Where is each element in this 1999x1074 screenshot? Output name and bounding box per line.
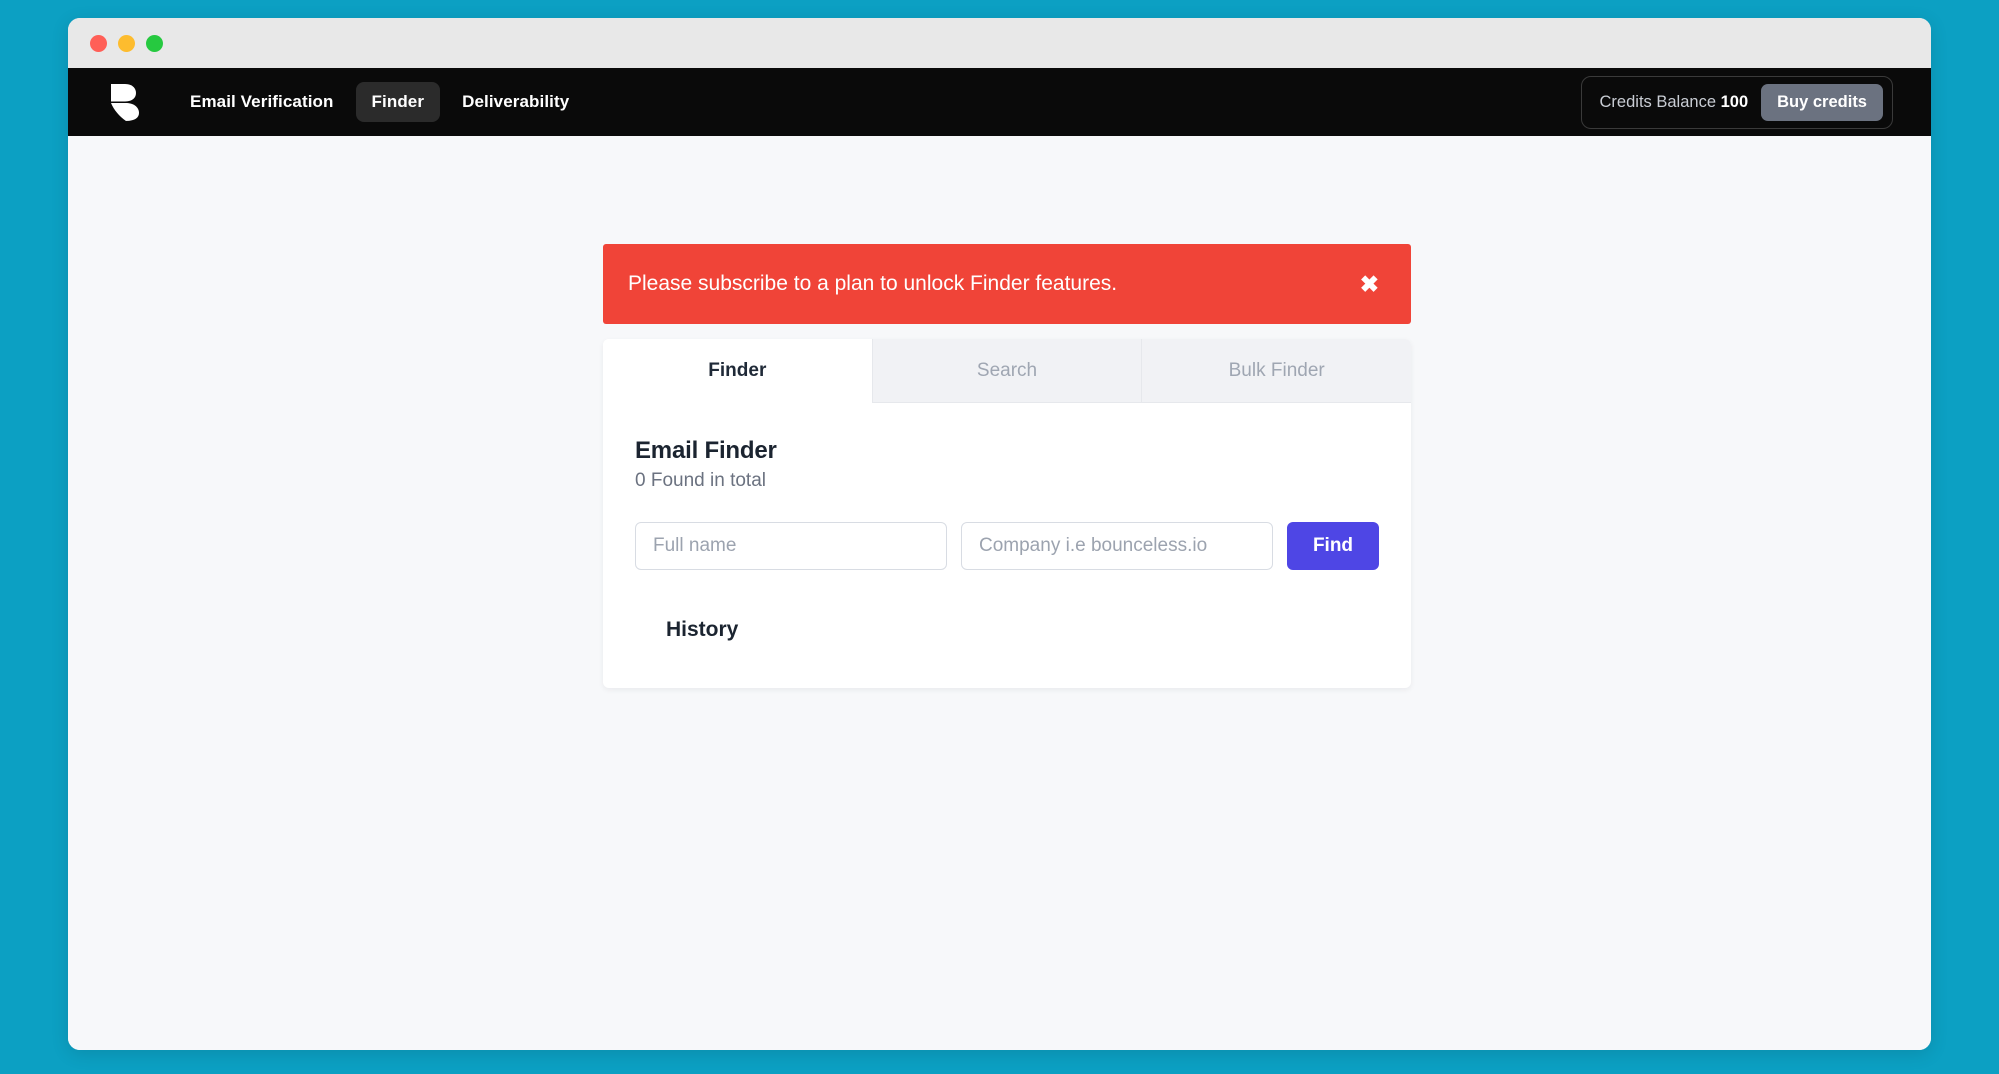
close-icon[interactable]: ✖ bbox=[1354, 269, 1385, 300]
nav-link-finder[interactable]: Finder bbox=[355, 82, 441, 122]
full-name-input[interactable] bbox=[635, 522, 947, 570]
tab-label: Search bbox=[976, 359, 1038, 381]
window-minimize-button[interactable] bbox=[118, 34, 135, 52]
finder-card: Finder Search Bulk Finder Email Finder 0… bbox=[603, 339, 1411, 688]
top-navbar: Email Verification Finder Deliverability… bbox=[68, 68, 1931, 136]
finder-panel: Email Finder 0 Found in total Find Histo… bbox=[603, 403, 1411, 688]
tab-search[interactable]: Search bbox=[871, 339, 1142, 403]
nav-link-deliverability[interactable]: Deliverability bbox=[446, 82, 585, 122]
center-column: Please subscribe to a plan to unlock Fin… bbox=[603, 244, 1411, 688]
nav-links: Email Verification Finder Deliverability bbox=[174, 82, 585, 122]
history-heading: History bbox=[666, 618, 739, 641]
company-input[interactable] bbox=[961, 522, 1273, 570]
window-close-button[interactable] bbox=[90, 34, 107, 52]
nav-link-label: Deliverability bbox=[462, 92, 570, 111]
browser-window: Email Verification Finder Deliverability… bbox=[68, 18, 1931, 1050]
bounceless-b-logo-icon[interactable] bbox=[102, 80, 146, 124]
tab-finder[interactable]: Finder bbox=[603, 339, 872, 403]
buy-credits-button[interactable]: Buy credits bbox=[1761, 83, 1883, 121]
tab-label: Finder bbox=[708, 359, 767, 381]
nav-link-label: Email Verification bbox=[190, 92, 334, 111]
tab-bulk-finder[interactable]: Bulk Finder bbox=[1141, 339, 1411, 403]
card-tabs: Finder Search Bulk Finder bbox=[603, 339, 1411, 403]
credits-balance-text: Credits Balance bbox=[1599, 92, 1716, 111]
page-title: Email Finder bbox=[635, 437, 777, 464]
credits-balance-box: Credits Balance 100 Buy credits bbox=[1580, 75, 1893, 129]
credits-balance-value: 100 bbox=[1720, 92, 1749, 111]
finder-form: Find bbox=[635, 522, 1379, 570]
credits-balance-label: Credits Balance 100 bbox=[1600, 93, 1749, 112]
page-content: Please subscribe to a plan to unlock Fin… bbox=[68, 136, 1931, 1050]
nav-link-label: Finder bbox=[371, 92, 425, 111]
tab-label: Bulk Finder bbox=[1228, 359, 1325, 381]
subscribe-alert-banner: Please subscribe to a plan to unlock Fin… bbox=[603, 244, 1411, 324]
find-button[interactable]: Find bbox=[1287, 522, 1379, 570]
window-maximize-button[interactable] bbox=[146, 34, 163, 52]
alert-message: Please subscribe to a plan to unlock Fin… bbox=[628, 272, 1118, 295]
nav-link-email-verification[interactable]: Email Verification bbox=[174, 82, 350, 122]
found-total-label: 0 Found in total bbox=[635, 470, 766, 491]
window-titlebar bbox=[68, 18, 1931, 68]
